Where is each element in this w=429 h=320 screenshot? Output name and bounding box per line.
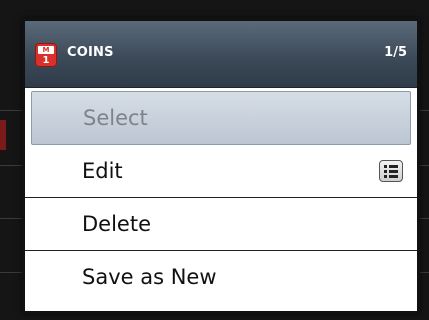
menu-item-label: Save as New <box>82 265 217 289</box>
context-menu-list: Select Edit Delete Save as New <box>25 91 417 304</box>
dialog-title: COINS <box>67 45 114 60</box>
menu-item-save-as-new[interactable]: Save as New <box>25 251 417 304</box>
menu-item-label: Delete <box>82 212 151 236</box>
dialog-header: M 1 COINS 1/5 <box>25 21 417 88</box>
background-red-edge <box>0 120 6 150</box>
menu-item-label: Edit <box>82 159 123 183</box>
menu-item-label: Select <box>83 106 148 130</box>
app-m1-icon: M 1 <box>35 43 57 67</box>
menu-item-delete[interactable]: Delete <box>25 198 417 251</box>
app-icon-top-text: M <box>38 46 54 54</box>
menu-item-edit[interactable]: Edit <box>25 145 417 198</box>
app-icon-bottom-text: 1 <box>42 55 50 66</box>
item-counter: 1/5 <box>384 45 407 60</box>
list-icon <box>379 160 403 182</box>
context-menu-dialog: M 1 COINS 1/5 Select Edit Delete Save as… <box>22 18 420 314</box>
menu-item-select[interactable]: Select <box>31 91 411 145</box>
